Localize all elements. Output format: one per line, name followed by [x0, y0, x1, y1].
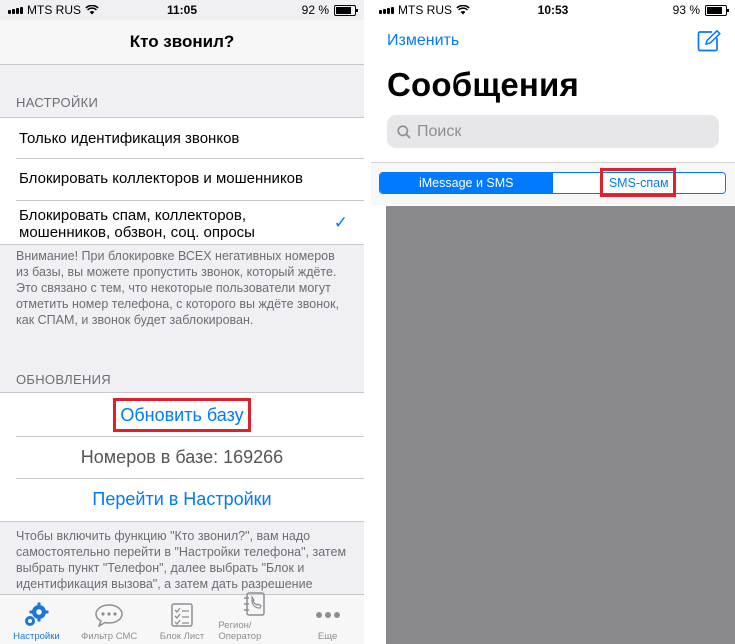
update-database-button[interactable]: Обновить базу	[113, 398, 251, 432]
phone-book-icon	[240, 591, 270, 617]
search-field[interactable]: Поиск	[387, 115, 719, 148]
more-dots-icon	[313, 602, 343, 628]
option-label: Блокировать коллекторов и мошенников	[19, 170, 303, 187]
battery-percent: 93 %	[672, 3, 700, 17]
gears-icon	[21, 602, 51, 628]
option-label: Только идентификация звонков	[19, 130, 240, 147]
chat-bubble-icon	[94, 602, 124, 628]
checkmark-icon: ✓	[333, 213, 348, 232]
tab-label: Настройки	[13, 631, 60, 642]
compose-icon[interactable]	[697, 29, 721, 57]
settings-options-group: Только идентификация звонков Блокировать…	[0, 117, 364, 245]
message-list-placeholder	[386, 206, 735, 644]
updates-group: Обновить базу Номеров в базе: 169266 Пер…	[0, 392, 364, 522]
page-title: Сообщения	[387, 66, 580, 103]
option-label: Блокировать спам, коллекторов, мошеннико…	[19, 207, 255, 241]
tab-block-list[interactable]: Блок Лист	[146, 595, 219, 644]
sms-spam-highlight	[600, 168, 676, 197]
option-block-all[interactable]: Блокировать спам, коллекторов, мошеннико…	[0, 200, 364, 244]
edit-button[interactable]: Изменить	[387, 32, 459, 50]
checklist-icon	[167, 602, 197, 628]
left-phone-screen: MTS RUS 11:05 92 % Кто звонил? НАСТРОЙКИ…	[0, 0, 364, 644]
segment-imessage-sms[interactable]: iMessage и SMS	[380, 173, 553, 193]
status-bar: MTS RUS 11:05 92 %	[0, 0, 364, 20]
nav-title: Кто звонил?	[0, 20, 364, 65]
tab-sms-filter[interactable]: Фильтр СМС	[73, 595, 146, 644]
battery-icon	[334, 4, 358, 16]
settings-section-header: НАСТРОЙКИ	[16, 95, 99, 110]
database-count: Номеров в базе: 169266	[0, 436, 364, 478]
block-warning-text: Внимание! При блокировке ВСЕХ негативных…	[16, 249, 340, 327]
update-database-cell[interactable]: Обновить базу	[0, 393, 364, 436]
tab-label: Регион/Оператор	[218, 620, 262, 642]
battery-icon	[705, 4, 729, 16]
tab-settings[interactable]: Настройки	[0, 595, 73, 644]
battery-percent: 92 %	[301, 3, 329, 17]
search-placeholder: Поиск	[417, 122, 462, 140]
tab-region-operator[interactable]: Регион/Оператор	[218, 592, 291, 644]
tab-label: Блок Лист	[159, 631, 205, 642]
right-phone-screen: MTS RUS 10:53 93 % Изменить Сообщения По…	[371, 0, 735, 644]
status-bar: MTS RUS 10:53 93 %	[371, 0, 735, 20]
option-identify-only[interactable]: Только идентификация звонков	[0, 118, 364, 158]
updates-section-header: ОБНОВЛЕНИЯ	[16, 372, 111, 387]
search-icon	[397, 124, 411, 139]
option-block-collectors[interactable]: Блокировать коллекторов и мошенников	[0, 158, 364, 200]
open-settings-link[interactable]: Перейти в Настройки	[0, 478, 364, 521]
tab-bar: Настройки Фильтр СМС Блок Лист Регион/Оп…	[0, 592, 364, 644]
tab-label: Еще	[317, 631, 338, 642]
tab-label: Фильтр СМС	[81, 631, 138, 642]
tab-more[interactable]: Еще	[291, 595, 364, 644]
